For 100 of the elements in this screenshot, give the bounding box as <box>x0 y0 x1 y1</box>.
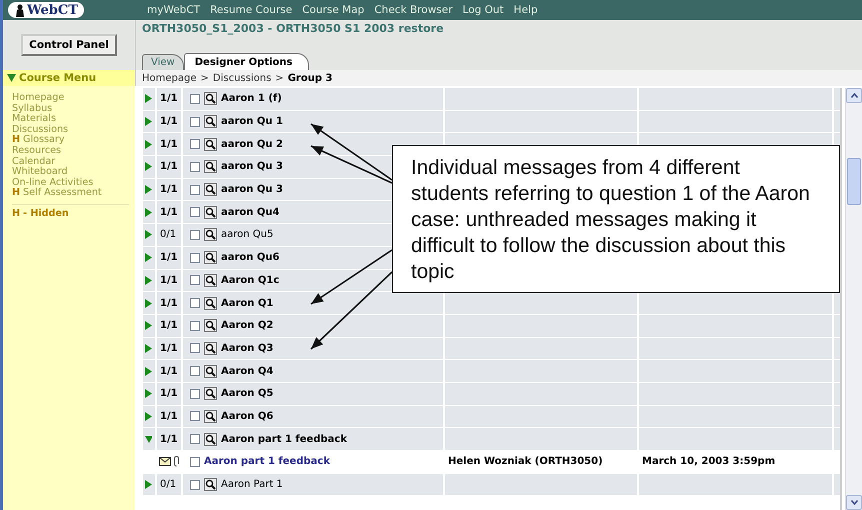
expand-icon[interactable] <box>145 140 152 149</box>
message-link[interactable]: Aaron part 1 feedback <box>204 456 330 468</box>
search-icon[interactable] <box>204 342 217 355</box>
expand-icon[interactable] <box>145 344 152 353</box>
search-icon[interactable] <box>204 183 217 196</box>
checkbox[interactable] <box>190 411 200 422</box>
message-count: 1/1 <box>160 410 178 422</box>
expand-icon[interactable] <box>145 412 152 421</box>
nav-link[interactable]: Course Map <box>302 4 364 16</box>
message-count: 1/1 <box>160 93 178 104</box>
checkbox[interactable] <box>190 207 200 218</box>
expand-icon[interactable] <box>145 185 152 194</box>
expand-icon[interactable] <box>145 208 152 217</box>
expand-icon[interactable] <box>145 366 152 376</box>
message-count: 1/1 <box>160 184 178 196</box>
checkbox[interactable] <box>190 162 200 172</box>
expand-icon[interactable] <box>145 230 152 240</box>
search-icon[interactable] <box>204 92 217 106</box>
topic-title[interactable]: aaron Qu 3 <box>221 161 283 172</box>
checkbox[interactable] <box>190 366 200 376</box>
topic-title[interactable]: Aaron Part 1 <box>221 479 283 490</box>
expand-icon[interactable] <box>145 117 152 126</box>
topic-title[interactable]: aaron Qu4 <box>221 206 280 218</box>
search-icon[interactable] <box>204 387 217 400</box>
scroll-down-button[interactable] <box>846 495 862 510</box>
scroll-up-button[interactable] <box>846 88 862 103</box>
nav-link[interactable]: Check Browser <box>374 4 453 16</box>
checkbox[interactable] <box>190 480 200 490</box>
nav-link[interactable]: Log Out <box>462 4 504 16</box>
search-icon[interactable] <box>204 228 217 242</box>
expand-icon[interactable] <box>145 298 152 308</box>
topic-title[interactable]: aaron Qu 3 <box>221 184 283 196</box>
message-count: 1/1 <box>160 161 178 172</box>
topic-title[interactable]: Aaron Q6 <box>221 410 274 422</box>
checkbox[interactable] <box>190 139 200 150</box>
expand-icon[interactable] <box>145 162 152 172</box>
search-icon[interactable] <box>204 251 217 264</box>
topic-title[interactable]: Aaron 1 (f) <box>221 93 282 104</box>
topic-title[interactable]: Aaron part 1 feedback <box>221 434 347 445</box>
topic-title[interactable]: aaron Qu 1 <box>221 116 283 128</box>
chevron-down-icon[interactable] <box>850 500 858 505</box>
topic-title[interactable]: aaron Qu5 <box>221 229 274 240</box>
scrollbar[interactable] <box>845 88 862 510</box>
search-icon[interactable] <box>204 319 217 332</box>
checkbox[interactable] <box>190 456 200 467</box>
search-icon[interactable] <box>204 410 217 423</box>
nav-link[interactable]: myWebCT <box>147 4 200 16</box>
search-icon[interactable] <box>204 206 217 219</box>
checkbox[interactable] <box>190 94 200 104</box>
message-count: 1/1 <box>160 434 178 445</box>
nav-link[interactable]: Help <box>514 4 538 16</box>
tab[interactable]: View <box>142 54 184 70</box>
checkbox[interactable] <box>190 343 200 354</box>
control-panel-button[interactable]: Control Panel <box>21 34 117 56</box>
topic-title[interactable]: Aaron Q1 <box>221 298 274 309</box>
expand-icon[interactable] <box>145 321 152 330</box>
course-title: ORTH3050_S1_2003 - ORTH3050 S1 2003 restore <box>142 22 445 35</box>
breadcrumb-link[interactable]: Homepage <box>142 72 197 84</box>
breadcrumb-separator: > <box>200 72 209 84</box>
message-count: 1/1 <box>160 252 178 264</box>
checkbox[interactable] <box>190 252 200 263</box>
topic-title[interactable]: Aaron Q5 <box>221 388 274 400</box>
checkbox[interactable] <box>190 116 200 127</box>
chevron-up-icon[interactable] <box>850 93 858 98</box>
search-icon[interactable] <box>204 296 217 310</box>
expand-icon[interactable] <box>145 253 152 262</box>
checkbox[interactable] <box>190 275 200 286</box>
checkbox[interactable] <box>190 230 200 240</box>
search-icon[interactable] <box>204 432 217 446</box>
search-icon[interactable] <box>204 274 217 287</box>
topic-title[interactable]: Aaron Q1c <box>221 274 280 286</box>
checkbox[interactable] <box>190 184 200 195</box>
nav-link[interactable]: Resume Course <box>210 4 292 16</box>
topic-title[interactable]: Aaron Q2 <box>221 320 274 332</box>
triangle-icon[interactable] <box>7 74 16 82</box>
search-icon[interactable] <box>204 364 217 378</box>
scroll-thumb[interactable] <box>847 158 861 205</box>
expand-icon[interactable] <box>145 276 152 285</box>
checkbox[interactable] <box>190 298 200 308</box>
expand-icon[interactable] <box>145 94 152 104</box>
collapse-icon[interactable] <box>145 434 152 444</box>
checkbox[interactable] <box>190 320 200 331</box>
topic-title[interactable]: Aaron Q3 <box>221 342 274 354</box>
search-icon[interactable] <box>204 478 217 492</box>
breadcrumb-separator: > <box>275 72 284 84</box>
webct-logo[interactable]: WebCT <box>8 2 84 18</box>
topic-title[interactable]: aaron Qu 2 <box>221 138 283 150</box>
search-icon[interactable] <box>204 138 217 151</box>
topic-title[interactable]: Aaron Q4 <box>221 366 274 377</box>
expand-icon[interactable] <box>145 389 152 398</box>
tab[interactable]: Designer Options <box>184 53 310 70</box>
search-icon[interactable] <box>204 160 217 174</box>
search-icon[interactable] <box>204 115 217 128</box>
message-count: 1/1 <box>160 116 178 128</box>
checkbox[interactable] <box>190 388 200 399</box>
expand-icon[interactable] <box>145 480 152 490</box>
topic-title[interactable]: aaron Qu6 <box>221 252 280 264</box>
breadcrumb-link[interactable]: Discussions <box>212 72 272 84</box>
checkbox[interactable] <box>190 434 200 444</box>
annotation-text: Individual messages from 4 different students referring to question 1 of the Aaron case: unthreaded messages making it difficult to follow the discussion about this topic <box>392 145 840 293</box>
